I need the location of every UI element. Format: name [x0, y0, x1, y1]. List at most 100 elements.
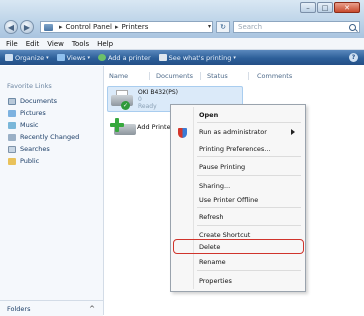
see-printing-label: See what's printing [168, 53, 232, 62]
close-button[interactable]: ✕ [334, 2, 360, 13]
breadcrumb-separator: ▸ [59, 23, 63, 31]
documents-icon [8, 97, 16, 105]
menu-view[interactable]: View [47, 40, 64, 48]
plus-icon [110, 118, 124, 132]
sidebar-item-documents[interactable]: Documents [8, 95, 79, 107]
menu-item-open[interactable]: Open [199, 111, 218, 119]
chevron-up-icon: ^ [89, 304, 95, 313]
menu-item-use-printer-offline[interactable]: Use Printer Offline [199, 196, 258, 204]
sidebar-item-searches[interactable]: Searches [8, 143, 79, 155]
organize-button[interactable]: Organize ▾ [5, 54, 49, 62]
add-printer-item[interactable]: Add Printer [107, 116, 177, 140]
folders-toggle[interactable]: Folders ^ [0, 300, 103, 316]
menu-item-rename[interactable]: Rename [199, 258, 226, 266]
menu-item-delete[interactable]: Delete [199, 243, 220, 251]
menu-item-printing-preferences[interactable]: Printing Preferences... [199, 145, 271, 153]
printer-icon: ✓ [111, 90, 135, 110]
column-header-status[interactable]: Status [207, 72, 228, 80]
add-printer-item-label: Add Printer [137, 123, 174, 131]
printer-name: OKI B432(PS) [138, 89, 179, 96]
breadcrumb-control-panel[interactable]: Control Panel [66, 23, 112, 31]
column-header-comments[interactable]: Comments [257, 72, 292, 80]
folders-label: Folders [7, 304, 31, 313]
organize-icon [5, 54, 13, 61]
column-headers: Name Documents Status Comments [104, 72, 364, 82]
menu-item-create-shortcut[interactable]: Create Shortcut [199, 231, 250, 239]
menu-item-properties[interactable]: Properties [199, 277, 232, 285]
menu-item-sharing[interactable]: Sharing... [199, 182, 230, 190]
back-button[interactable]: ◀ [4, 20, 18, 34]
menu-bar: File Edit View Tools Help [0, 38, 364, 50]
organize-label: Organize [15, 53, 45, 62]
command-bar: Organize ▾ Views ▾ Add a printer See wha… [0, 50, 364, 65]
search-input[interactable]: Search [233, 21, 360, 33]
views-label: Views [66, 53, 86, 62]
views-icon [56, 54, 65, 61]
menu-separator [197, 225, 301, 226]
menu-gutter [193, 107, 194, 289]
column-divider[interactable] [248, 72, 249, 80]
sidebar-item-label: Recently Changed [20, 133, 80, 141]
menu-item-pause-printing[interactable]: Pause Printing [199, 163, 245, 171]
sidebar-item-recently-changed[interactable]: Recently Changed [8, 131, 79, 143]
menu-item-refresh[interactable]: Refresh [199, 213, 224, 221]
breadcrumb-printers[interactable]: Printers [121, 23, 148, 31]
searches-icon [8, 145, 16, 153]
refresh-button[interactable]: ↻ [216, 21, 230, 33]
column-header-name[interactable]: Name [109, 72, 128, 80]
forward-arrow-icon: ▶ [23, 22, 31, 32]
favorite-links-list: Documents Pictures Music Recently Change… [8, 95, 79, 167]
menu-separator [197, 122, 301, 123]
minimize-button[interactable]: – [300, 2, 316, 13]
sidebar-item-label: Documents [20, 97, 58, 105]
menu-tools[interactable]: Tools [72, 40, 89, 48]
add-printer-button[interactable]: Add a printer [97, 53, 151, 62]
recently-changed-icon [8, 133, 16, 141]
add-printer-label: Add a printer [107, 53, 151, 62]
public-icon [8, 157, 16, 165]
see-printing-button[interactable]: See what's printing ▾ [158, 53, 236, 62]
context-menu: Open Run as administrator Printing Prefe… [170, 104, 306, 292]
navigation-pane: Favorite Links Documents Pictures Music … [0, 66, 104, 316]
sidebar-item-music[interactable]: Music [8, 119, 79, 131]
address-dropdown-icon[interactable]: ▾ [208, 23, 211, 30]
back-arrow-icon: ◀ [7, 22, 15, 32]
control-panel-icon [44, 23, 53, 31]
menu-separator [197, 207, 301, 208]
column-header-documents[interactable]: Documents [156, 72, 193, 80]
sidebar-item-label: Searches [20, 145, 50, 153]
menu-separator [197, 175, 301, 176]
maximize-button[interactable]: □ [317, 2, 333, 13]
pictures-icon [8, 109, 16, 117]
print-queue-icon [158, 54, 167, 61]
menu-item-run-as-admin[interactable]: Run as administrator [199, 128, 267, 136]
chevron-down-icon: ▾ [46, 54, 49, 61]
sidebar-item-label: Pictures [20, 109, 46, 117]
column-divider[interactable] [200, 72, 201, 80]
sidebar-item-label: Public [20, 157, 40, 165]
address-bar[interactable]: ▸ Control Panel ▸ Printers ▾ [40, 21, 213, 33]
menu-help[interactable]: Help [97, 40, 113, 48]
menu-separator [197, 156, 301, 157]
uac-shield-icon [178, 128, 187, 138]
add-printer-icon [97, 54, 106, 61]
title-bar: – □ ✕ ◀ ▶ ▸ Control Panel ▸ Printers ▾ ↻… [0, 0, 364, 38]
delete-highlight-box [173, 239, 304, 254]
breadcrumb-separator: ▸ [114, 23, 119, 31]
chevron-down-icon: ▾ [233, 54, 236, 61]
forward-button[interactable]: ▶ [20, 20, 34, 34]
sidebar-item-pictures[interactable]: Pictures [8, 107, 79, 119]
window-controls: – □ ✕ [300, 2, 360, 13]
help-icon[interactable]: ? [349, 53, 358, 62]
printer-documents: 0 [138, 96, 142, 103]
submenu-arrow-icon [291, 129, 295, 135]
sidebar-item-public[interactable]: Public [8, 155, 79, 167]
printers-window: – □ ✕ ◀ ▶ ▸ Control Panel ▸ Printers ▾ ↻… [0, 0, 364, 316]
default-printer-check-icon: ✓ [121, 101, 130, 110]
menu-edit[interactable]: Edit [26, 40, 40, 48]
views-button[interactable]: Views ▾ [56, 53, 90, 62]
search-icon[interactable] [349, 24, 356, 31]
column-divider[interactable] [149, 72, 150, 80]
add-printer-icon [110, 118, 136, 138]
menu-file[interactable]: File [6, 40, 18, 48]
